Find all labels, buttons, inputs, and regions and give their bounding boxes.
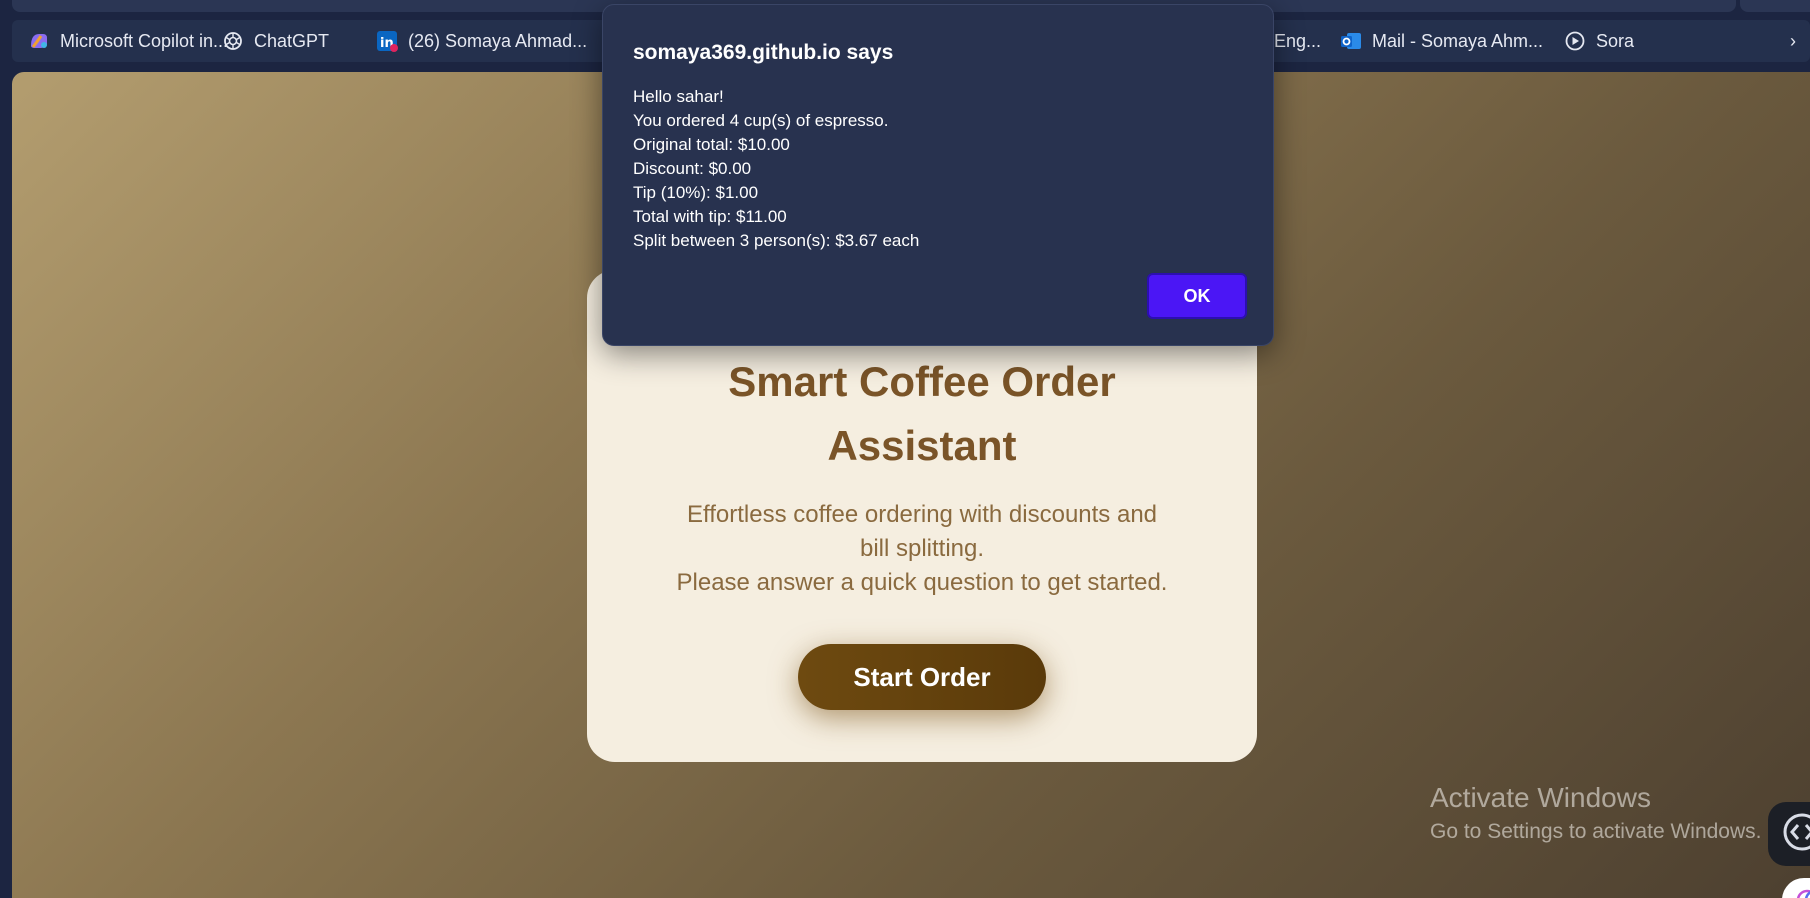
code-icon — [1782, 812, 1810, 857]
sora-icon — [1564, 30, 1586, 52]
page-title: Smart Coffee Order Assistant — [587, 350, 1257, 478]
browser-top-strip-right — [1740, 0, 1810, 12]
bookmark-linkedin[interactable]: in (26) Somaya Ahmad... — [376, 20, 587, 62]
title-line: Assistant — [827, 422, 1017, 469]
watermark-title: Activate Windows — [1430, 782, 1651, 813]
linkedin-icon: in — [376, 30, 398, 52]
alert-dialog: somaya369.github.io says Hello sahar! Yo… — [602, 4, 1274, 346]
title-line: Smart Coffee Order — [728, 358, 1116, 405]
start-order-button[interactable]: Start Order — [798, 644, 1046, 710]
bookmark-copilot[interactable]: Microsoft Copilot in... — [28, 20, 228, 62]
page-subtitle: Effortless coffee ordering with discount… — [587, 498, 1257, 600]
bookmark-label: (26) Somaya Ahmad... — [408, 30, 588, 51]
subtitle-line: Please answer a quick question to get st… — [676, 569, 1168, 596]
bookmark-chatgpt[interactable]: ChatGPT — [222, 20, 329, 62]
dialog-line: Hello sahar! — [633, 87, 724, 106]
dialog-line: You ordered 4 cup(s) of espresso. — [633, 111, 889, 130]
bookmark-label: Microsoft Copilot in... — [60, 30, 229, 51]
copilot-icon — [28, 30, 50, 52]
bookmarks-overflow-icon[interactable]: › — [1790, 20, 1810, 62]
brain-icon — [1796, 885, 1810, 898]
dialog-message: Hello sahar! You ordered 4 cup(s) of esp… — [633, 85, 919, 253]
bookmark-mail[interactable]: Mail - Somaya Ahm... — [1340, 20, 1543, 62]
bookmark-sora[interactable]: Sora — [1564, 20, 1634, 62]
subtitle-line: Effortless coffee ordering with discount… — [686, 501, 1158, 528]
bookmark-label: Mail - Somaya Ahm... — [1372, 30, 1544, 51]
outlook-icon — [1340, 30, 1362, 52]
bookmark-label: Eng... — [1274, 30, 1322, 51]
dialog-line: Split between 3 person(s): $3.67 each — [633, 231, 920, 250]
bookmark-label: Sora — [1596, 30, 1635, 51]
dialog-title: somaya369.github.io says — [633, 41, 894, 64]
watermark-subtitle: Go to Settings to activate Windows. — [1430, 820, 1762, 843]
code-extension-button[interactable] — [1768, 802, 1810, 866]
dialog-line: Total with tip: $11.00 — [633, 207, 787, 226]
chatgpt-icon — [222, 30, 244, 52]
bookmark-label: ChatGPT — [254, 30, 330, 51]
dialog-line: Tip (10%): $1.00 — [633, 183, 759, 202]
dialog-line: Discount: $0.00 — [633, 159, 752, 178]
bookmark-eng[interactable]: Eng... — [1274, 20, 1321, 62]
windows-activation-watermark: Activate Windows Go to Settings to activ… — [1430, 782, 1762, 844]
subtitle-line: bill splitting. — [859, 535, 985, 562]
dialog-line: Original total: $10.00 — [633, 135, 790, 154]
ok-button[interactable]: OK — [1147, 273, 1247, 319]
brain-extension-button[interactable] — [1782, 878, 1810, 898]
